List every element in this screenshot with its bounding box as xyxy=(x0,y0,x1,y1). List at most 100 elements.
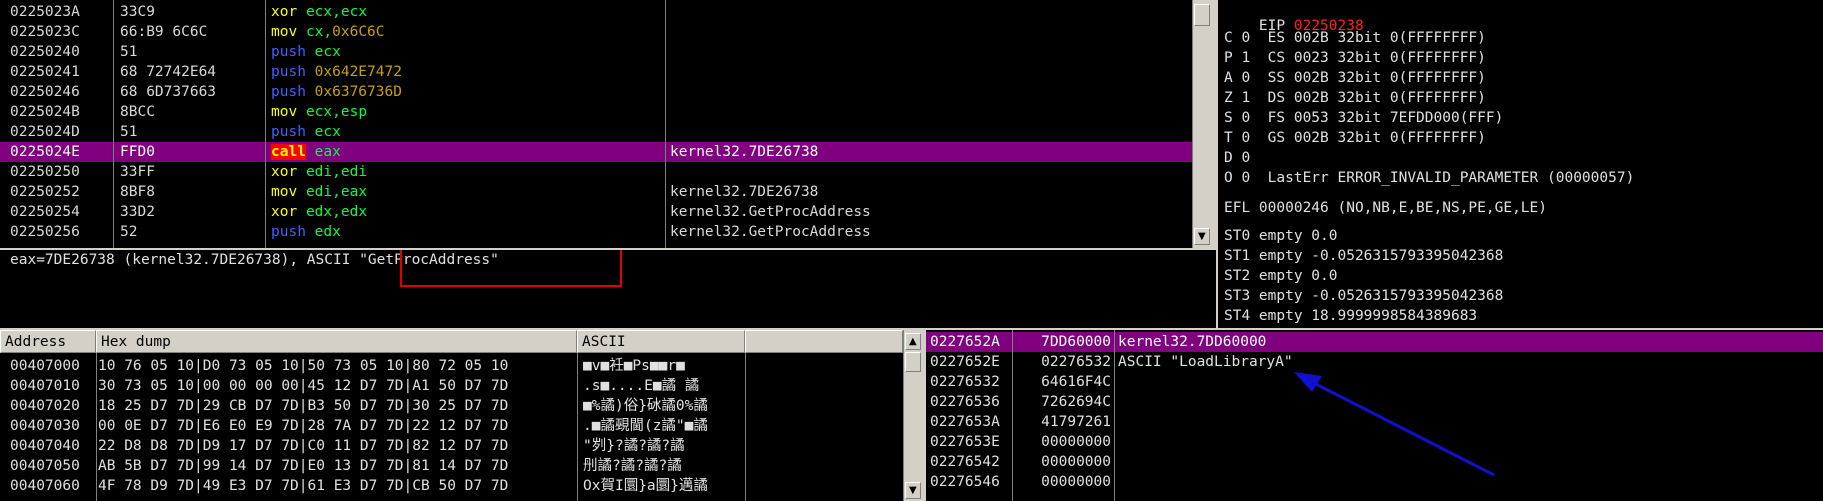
disasm-row[interactable]: 02250250 33FF xor edi,edi xyxy=(0,162,1192,182)
disasm-mnemonic: mov xyxy=(271,184,298,200)
dump-row[interactable]: 00407030 00 0E D7 7D|E6 E0 E9 7D|28 7A D7… xyxy=(0,416,900,436)
disasm-address: 0225023A xyxy=(10,4,80,20)
flag-register-line[interactable]: A 0 SS 002B 32bit 0(FFFFFFFF) xyxy=(1224,70,1486,86)
flag-register-line[interactable]: O 0 LastErr ERROR_INVALID_PARAMETER (000… xyxy=(1224,170,1634,186)
fpu-register-line[interactable]: ST3 empty -0.0526315793395042368 xyxy=(1224,288,1503,304)
dump-row[interactable]: 00407010 30 73 05 10|00 00 00 00|45 12 D7… xyxy=(0,376,900,396)
disasm-instruction: mov cx,0x6C6C xyxy=(271,22,385,42)
column-divider xyxy=(1114,330,1115,501)
dump-hex: 10 76 05 10|D0 73 05 10|50 73 05 10|80 7… xyxy=(98,358,509,374)
cpu-scroll-down-button[interactable]: ▼ xyxy=(1194,228,1210,245)
stack-row[interactable]: 02276536 7262694C xyxy=(926,392,1823,412)
dump-address: 00407010 xyxy=(10,378,80,394)
dump-address: 00407050 xyxy=(10,458,80,474)
disasm-address: 02250256 xyxy=(10,224,80,240)
disasm-row[interactable]: 0225024B 8BCC mov ecx,esp xyxy=(0,102,1192,122)
disasm-mnemonic: push xyxy=(271,124,306,140)
disasm-row[interactable]: 02250254 33D2 xor edx,edx kernel32.GetProcA… xyxy=(0,202,1192,222)
dump-row[interactable]: 00407000 10 76 05 10|D0 73 05 10|50 73 05… xyxy=(0,356,900,376)
dump-ascii: ■%譎)俗}砅譎0%譎 xyxy=(583,398,708,414)
fpu-register-line[interactable]: ST4 empty 18.9999998584389683 xyxy=(1224,308,1477,324)
disasm-instruction: xor edi,edi xyxy=(271,162,367,182)
stack-row[interactable]: 0227653A 41797261 xyxy=(926,412,1823,432)
stack-address: 0227653E xyxy=(930,434,1000,450)
stack-value: 64616F4C xyxy=(1041,374,1111,390)
dump-address: 00407040 xyxy=(10,438,80,454)
column-divider xyxy=(113,0,114,248)
disasm-address: 02250241 xyxy=(10,64,80,80)
disasm-operands: cx, xyxy=(305,24,333,40)
dump-scrollbar[interactable]: ▲ ▼ xyxy=(903,330,922,501)
disasm-mnemonic: push xyxy=(271,64,306,80)
disasm-row[interactable]: 0225024D 51 push ecx xyxy=(0,122,1192,142)
dump-hex: AB 5B D7 7D|99 14 D7 7D|E0 13 D7 7D|81 1… xyxy=(98,458,509,474)
stack-value: 02276532 xyxy=(1041,354,1111,370)
scroll-thumb[interactable] xyxy=(905,352,921,372)
disasm-mnemonic: mov xyxy=(271,24,298,40)
dump-hex: 22 D8 D8 7D|D9 17 D7 7D|C0 11 D7 7D|82 1… xyxy=(98,438,509,454)
dump-row[interactable]: 00407050 AB 5B D7 7D|99 14 D7 7D|E0 13 D7… xyxy=(0,456,900,476)
disasm-row[interactable]: 0225023C 66:B9 6C6C mov cx,0x6C6C xyxy=(0,22,1192,42)
stack-row[interactable]: 02276532 64616F4C xyxy=(926,372,1823,392)
disasm-row[interactable]: 0225024E FFD0 call eax kernel32.7DE26738 xyxy=(0,142,1192,162)
scroll-down-button[interactable]: ▼ xyxy=(905,482,921,499)
disasm-operands: edi,edi xyxy=(305,164,368,180)
disasm-immediate: 0x6C6C xyxy=(332,24,385,40)
dump-hex: 4F 78 D9 7D|49 E3 D7 7D|61 E3 D7 7D|CB 5… xyxy=(98,478,509,494)
stack-row[interactable]: 0227652E 02276532 ASCII "LoadLibraryA" xyxy=(926,352,1823,372)
disasm-operands: eax xyxy=(314,144,341,160)
flag-register-line[interactable]: S 0 FS 0053 32bit 7EFDD000(FFF) xyxy=(1224,110,1503,126)
stack-row[interactable]: 02276546 00000000 xyxy=(926,472,1823,492)
disasm-address: 0225024E xyxy=(10,144,80,160)
disasm-hex: 51 xyxy=(120,44,138,60)
disasm-row[interactable]: 02250240 51 push ecx xyxy=(0,42,1192,62)
stack-address: 02276542 xyxy=(930,454,1000,470)
fpu-register-line[interactable]: ST0 empty 0.0 xyxy=(1224,228,1338,244)
stack-row[interactable]: 02276542 00000000 xyxy=(926,452,1823,472)
chevron-down-icon: ▼ xyxy=(1198,231,1206,242)
dump-row[interactable]: 00407040 22 D8 D8 7D|D9 17 D7 7D|C0 11 D7… xyxy=(0,436,900,456)
stack-address: 0227653A xyxy=(930,414,1000,430)
disasm-row[interactable]: 02250246 68 6D737663 push 0x6376736D xyxy=(0,82,1192,102)
cpu-scroll-thumb[interactable] xyxy=(1194,4,1210,26)
dump-address: 00407060 xyxy=(10,478,80,494)
flag-register-line[interactable]: T 0 GS 002B 32bit 0(FFFFFFFF) xyxy=(1224,130,1486,146)
stack-value: 41797261 xyxy=(1041,414,1111,430)
efl-register[interactable]: EFL 00000246 (NO,NB,E,BE,NS,PE,GE,LE) xyxy=(1224,200,1547,216)
flag-register-line[interactable]: Z 1 DS 002B 32bit 0(FFFFFFFF) xyxy=(1224,90,1486,106)
stack-row[interactable]: 0227652A 7DD60000 kernel32.7DD60000 xyxy=(926,332,1823,352)
disasm-address: 0225024D xyxy=(10,124,80,140)
dump-row[interactable]: 00407020 18 25 D7 7D|29 CB D7 7D|B3 50 D7… xyxy=(0,396,900,416)
scroll-up-button[interactable]: ▲ xyxy=(905,333,921,350)
fpu-register-line[interactable]: ST2 empty 0.0 xyxy=(1224,268,1338,284)
disasm-address: 02250240 xyxy=(10,44,80,60)
column-divider xyxy=(1012,330,1013,501)
stack-pane[interactable]: 0227652A 7DD60000 kernel32.7DD60000 0227652… xyxy=(926,330,1823,501)
dump-header-address[interactable]: Address xyxy=(0,330,96,353)
disasm-row[interactable]: 02250256 52 push edx kernel32.GetProcAddres… xyxy=(0,222,1192,242)
disasm-row[interactable]: 0225023A 33C9 xor ecx,ecx xyxy=(0,2,1192,22)
dump-row[interactable]: 00407060 4F 78 D9 7D|49 E3 D7 7D|61 E3 D7… xyxy=(0,476,900,496)
stack-value: 00000000 xyxy=(1041,434,1111,450)
stack-address: 02276546 xyxy=(930,474,1000,490)
disasm-operands: ecx xyxy=(314,44,341,60)
disasm-row[interactable]: 02250252 8BF8 mov edi,eax kernel32.7DE26738 xyxy=(0,182,1192,202)
flag-register-line[interactable]: D 0 xyxy=(1224,150,1250,166)
hex-dump-pane[interactable]: Address Hex dump ASCII 00407000 10 76 05 … xyxy=(0,330,922,501)
cpu-scrollbar[interactable]: ▼ xyxy=(1192,0,1210,248)
disasm-instruction: xor ecx,ecx xyxy=(271,2,367,22)
stack-row[interactable]: 0227653E 00000000 xyxy=(926,432,1823,452)
dump-header-ascii[interactable]: ASCII xyxy=(577,330,745,353)
disasm-mnemonic: push xyxy=(271,44,306,60)
disasm-row[interactable]: 02250241 68 72742E64 push 0x642E7472 xyxy=(0,62,1192,82)
disasm-mnemonic: call xyxy=(271,144,306,160)
flag-register-line[interactable]: C 0 ES 002B 32bit 0(FFFFFFFF) xyxy=(1224,30,1486,46)
flag-register-line[interactable]: P 1 CS 0023 32bit 0(FFFFFFFF) xyxy=(1224,50,1486,66)
cpu-disassembly-pane[interactable]: 0225023A 33C9 xor ecx,ecx 0225023C 66:B9 6C6… xyxy=(0,0,1208,248)
disasm-mnemonic: push xyxy=(271,84,306,100)
dump-header-blank xyxy=(745,330,903,353)
registers-pane[interactable]: EIP 02250238 C 0 ES 002B 32bit 0(FFFFFFF… xyxy=(1216,0,1823,328)
fpu-register-line[interactable]: ST1 empty -0.0526315793395042368 xyxy=(1224,248,1503,264)
dump-header-hex[interactable]: Hex dump xyxy=(96,330,577,353)
disasm-comment: kernel32.7DE26738 xyxy=(670,144,819,160)
